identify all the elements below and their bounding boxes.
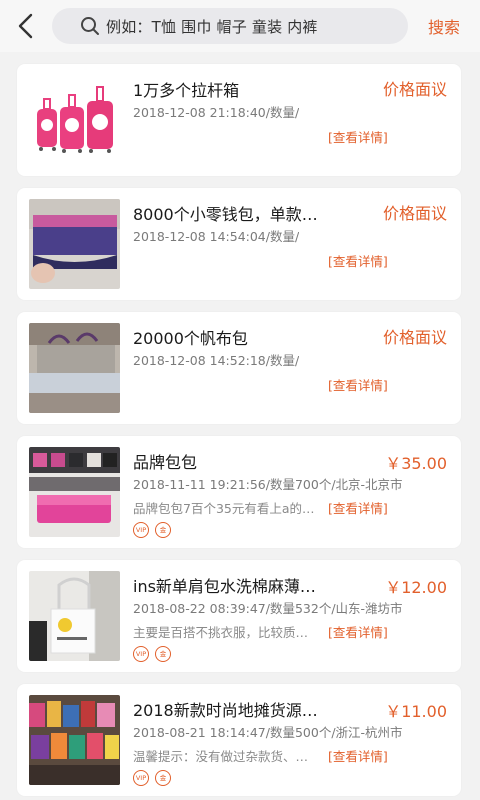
listing-price: ￥11.00 [385,702,447,721]
listing-card[interactable]: 品牌包包 ￥35.00 2018-11-11 19:21:56/数量700个/北… [17,436,461,548]
listing-price: ￥12.00 [385,578,447,597]
listing-price: 价格面议 [382,80,447,99]
badge-group: VIP 金 [133,522,171,538]
listing-card[interactable]: 1万多个拉杆箱 价格面议 2018-12-08 21:18:40/数量/ [查看… [17,64,461,176]
view-details-link[interactable]: [查看详情] [328,375,388,394]
listing-meta: 2018-08-22 08:39:47/数量532个/山东-潍坊市 [133,601,403,616]
view-details-link[interactable]: [查看详情] [328,498,388,517]
listing-card[interactable]: 2018新款时尚地摊货源… ￥11.00 2018-08-21 18:14:47… [17,684,461,796]
listing-card[interactable]: 20000个帆布包 价格面议 2018-12-08 14:52:18/数量/ [… [17,312,461,424]
vip-badge-icon: VIP [133,770,149,786]
vip-badge-icon: VIP [133,646,149,662]
listing-meta: 2018-12-08 14:54:04/数量/ [133,229,300,244]
listing-title: 品牌包包 [133,453,198,472]
back-arrow-icon[interactable] [14,12,40,40]
vip-badge-icon: VIP [133,522,149,538]
product-thumbnail [29,75,120,165]
badge-group: VIP 金 [133,770,171,786]
view-details-link[interactable]: [查看详情] [328,746,388,765]
search-icon [81,17,99,35]
product-thumbnail [29,199,120,289]
search-input[interactable]: 例如：T恤 围巾 帽子 童装 内裤 [52,8,408,44]
listing-description: 温馨提示：没有做过杂款货、… [133,749,309,764]
listing-description: 品牌包包7百个35元有看上a的… [133,501,315,516]
view-details-link[interactable]: [查看详情] [328,622,388,641]
search-placeholder: 例如：T恤 围巾 帽子 童装 内裤 [106,17,318,36]
badge-group: VIP 金 [133,646,171,662]
listing-description: 主要是百搭不挑衣服，比较质… [133,625,309,640]
listing-meta: 2018-11-11 19:21:56/数量700个/北京-北京市 [133,477,403,492]
listing-price: ￥35.00 [385,454,447,473]
product-thumbnail [29,323,120,413]
listing-title: 2018新款时尚地摊货源… [133,701,318,720]
product-thumbnail [29,571,120,661]
listing-price: 价格面议 [382,204,447,223]
view-details-link[interactable]: [查看详情] [328,127,388,146]
listing-title: ins新单肩包水洗棉麻薄… [133,577,316,596]
listing-card[interactable]: ins新单肩包水洗棉麻薄… ￥12.00 2018-08-22 08:39:47… [17,560,461,672]
credit-badge-icon: 金 [155,522,171,538]
credit-badge-icon: 金 [155,770,171,786]
listing-meta: 2018-08-21 18:14:47/数量500个/浙江-杭州市 [133,725,403,740]
listing-price: 价格面议 [382,328,447,347]
listing-title: 1万多个拉杆箱 [133,81,240,100]
top-bar: 例如：T恤 围巾 帽子 童装 内裤 搜索 [0,0,480,52]
product-thumbnail [29,447,120,537]
listing-title: 20000个帆布包 [133,329,248,348]
listing-title: 8000个小零钱包，单款… [133,205,318,224]
listing-meta: 2018-12-08 14:52:18/数量/ [133,353,300,368]
credit-badge-icon: 金 [155,646,171,662]
product-thumbnail [29,695,120,785]
listing-card[interactable]: 8000个小零钱包，单款… 价格面议 2018-12-08 14:54:04/数… [17,188,461,300]
search-button[interactable]: 搜索 [428,14,460,38]
view-details-link[interactable]: [查看详情] [328,251,388,270]
listing-meta: 2018-12-08 21:18:40/数量/ [133,105,300,120]
